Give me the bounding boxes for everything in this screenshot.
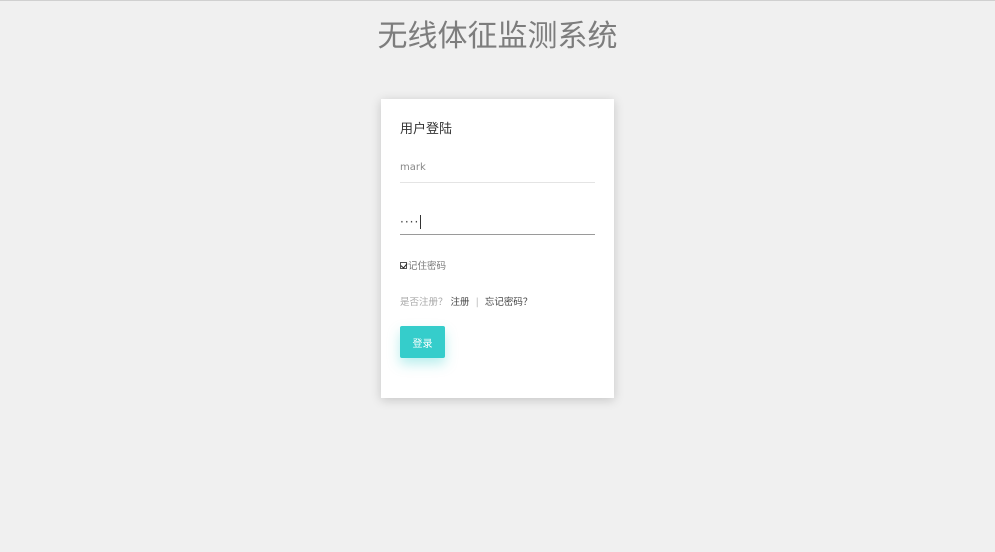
link-separator: | (475, 297, 479, 308)
username-value: mark (400, 162, 426, 173)
account-links: 是否注册？ 注册 | 忘记密码？ (400, 294, 532, 308)
forgot-password-link[interactable]: 忘记密码？ (485, 297, 533, 308)
password-input[interactable]: ···· (400, 205, 595, 235)
login-card: 用户登陆 mark ···· 记住密码 是否注册？ 注册 | 忘记密码？ 登录 (381, 99, 614, 398)
username-input[interactable]: mark (400, 153, 595, 183)
register-prompt: 是否注册？ (400, 297, 448, 308)
remember-password-checkbox[interactable] (400, 261, 407, 269)
remember-password-label: 记住密码 (408, 261, 447, 272)
login-heading: 用户登陆 (400, 122, 453, 137)
register-link[interactable]: 注册 (451, 297, 470, 308)
login-button[interactable]: 登录 (400, 326, 445, 358)
text-cursor (420, 214, 422, 229)
password-mask: ···· (400, 214, 420, 229)
remember-password-row[interactable]: 记住密码 (400, 258, 446, 272)
page-title: 无线体征监测系统 (377, 19, 618, 54)
